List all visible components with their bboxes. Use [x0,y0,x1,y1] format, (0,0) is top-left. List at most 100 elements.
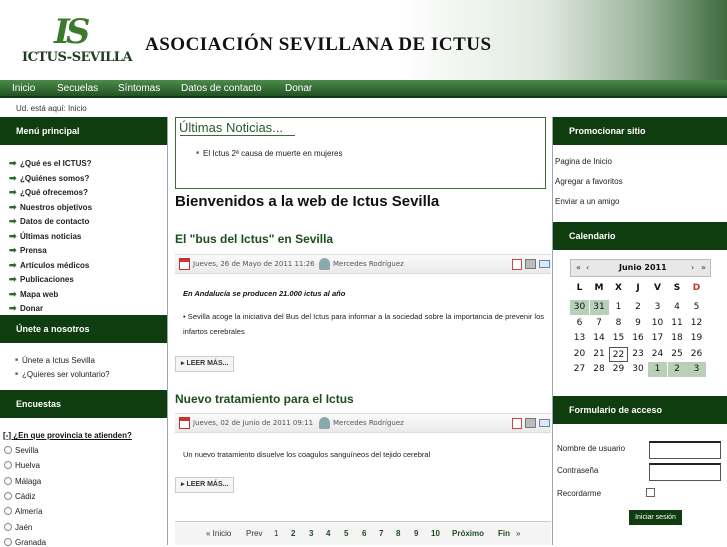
menu-item[interactable]: ➡ Prensa [9,245,47,256]
calendar-day[interactable]: 27 [570,362,589,377]
poll-option[interactable]: Jaén [4,522,32,532]
calendar-day[interactable]: 25 [668,347,687,362]
join-link-member[interactable]: Únete a Ictus Sevilla [15,356,95,365]
calendar-day[interactable]: 29 [609,362,628,377]
pager-page[interactable]: 6 [362,529,366,538]
radio-button[interactable] [4,491,12,500]
pager-page[interactable]: 5 [344,529,348,538]
poll-option[interactable]: Granada [4,537,46,547]
radio-button[interactable] [4,507,12,516]
next-month-icon[interactable]: › [691,263,694,272]
calendar-day[interactable]: 6 [570,316,589,331]
password-field[interactable] [649,463,721,481]
logo-text[interactable]: ICTUS-SEVILLA [22,50,133,65]
menu-item[interactable]: ➡ Nuestros objetivos [9,202,92,213]
radio-button[interactable] [4,446,12,454]
calendar-day[interactable]: 2 [667,362,687,377]
print-icon[interactable] [525,259,536,269]
calendar-day[interactable]: 1 [648,362,667,377]
poll-option[interactable]: Sevilla [4,446,39,455]
promo-favorites-link[interactable]: Agregar a favoritos [555,177,623,186]
menu-item[interactable]: ➡ Datos de contacto [9,216,89,227]
prev-year-icon[interactable]: « [576,263,581,272]
join-link-volunteer[interactable]: ¿Quieres ser voluntario? [15,370,110,379]
pager-page[interactable]: 8 [396,529,400,538]
calendar-day[interactable]: 22 [609,346,628,362]
calendar-day[interactable]: 23 [629,347,648,362]
calendar-day[interactable]: 18 [668,331,687,346]
pdf-icon[interactable] [512,259,522,270]
menu-item[interactable]: ➡ Publicaciones [9,274,74,285]
calendar-day[interactable]: 17 [648,331,667,346]
pager-first[interactable]: « Inicio [206,529,231,538]
calendar-day[interactable]: 13 [570,331,589,346]
calendar-day[interactable]: 8 [609,316,628,331]
next-year-icon[interactable]: » [701,263,706,272]
calendar-day[interactable]: 19 [687,331,706,346]
nav-secuelas[interactable]: Secuelas [57,83,98,94]
logo-mark[interactable]: IS [54,12,91,52]
calendar-day[interactable]: 4 [668,300,687,315]
menu-item[interactable]: ➡ Donar [9,303,43,314]
calendar-day[interactable]: 26 [687,347,706,362]
pager-next[interactable]: Próximo [452,529,484,538]
article-title[interactable]: Nuevo tratamiento para el Ictus [175,392,354,406]
login-button[interactable]: Iniciar sesión [629,510,682,525]
email-icon[interactable] [539,419,550,427]
calendar-day[interactable]: 28 [590,362,609,377]
calendar-day[interactable]: 10 [648,316,667,331]
radio-button[interactable] [4,522,12,531]
pager-end[interactable]: » [516,529,520,538]
news-item-link[interactable]: El Ictus 2ª causa de muerte en mujeres [196,149,342,158]
calendar-day[interactable]: 15 [609,331,628,346]
pager-page[interactable]: 3 [309,529,313,538]
calendar-day[interactable]: 3 [687,362,706,377]
calendar-day[interactable]: 30 [629,362,648,377]
promo-send-friend-link[interactable]: Enviar a un amigo [555,197,619,206]
username-field[interactable] [649,441,721,459]
remember-checkbox[interactable] [646,488,655,497]
nav-sintomas[interactable]: Síntomas [118,83,160,94]
pdf-icon[interactable] [512,418,522,429]
menu-item[interactable]: ➡ Últimas noticias [9,231,81,242]
menu-item[interactable]: ➡ Mapa web [9,289,58,300]
calendar-day[interactable]: 20 [570,347,589,362]
print-icon[interactable] [525,418,536,428]
calendar-day[interactable]: 9 [629,316,648,331]
pager-page[interactable]: 9 [414,529,418,538]
email-icon[interactable] [539,260,550,268]
calendar-day[interactable]: 30 [570,300,589,315]
calendar-day[interactable]: 14 [590,331,609,346]
menu-item[interactable]: ➡ ¿Qué ofrecemos? [9,187,88,198]
promo-homepage-link[interactable]: Pagina de Inicio [555,157,612,166]
pager-page[interactable]: 2 [291,529,295,538]
radio-button[interactable] [4,476,12,485]
pager-page[interactable]: 7 [379,529,383,538]
read-more-button[interactable]: ▸ LEER MÁS... [175,477,235,493]
poll-option[interactable]: Cádiz [4,491,35,501]
pager-page[interactable]: 10 [431,529,440,538]
calendar-day[interactable]: 21 [590,347,609,362]
article-title[interactable]: El "bus del Ictus" en Sevilla [175,232,333,246]
poll-option[interactable]: Málaga [4,476,41,486]
menu-item[interactable]: ➡ Artículos médicos [9,260,89,271]
calendar-day[interactable]: 31 [589,300,609,315]
nav-donar[interactable]: Donar [285,83,312,94]
radio-button[interactable] [4,461,12,470]
nav-datos-contacto[interactable]: Datos de contacto [181,83,262,94]
calendar-day[interactable]: 12 [687,316,706,331]
poll-option[interactable]: Huelva [4,461,40,470]
calendar-day[interactable]: 7 [590,316,609,331]
calendar-day[interactable]: 5 [687,300,706,315]
menu-item[interactable]: ➡ ¿Quiénes somos? [9,173,89,184]
calendar-day[interactable]: 16 [629,331,648,346]
nav-inicio[interactable]: Inicio [12,83,35,94]
read-more-button[interactable]: ▸ LEER MÁS... [175,356,235,372]
pager-last[interactable]: Fin [498,529,510,538]
pager-page[interactable]: 4 [326,529,330,538]
prev-month-icon[interactable]: ‹ [586,263,589,272]
poll-question-toggle[interactable]: [-] [3,431,13,440]
calendar-day[interactable]: 24 [648,347,667,362]
poll-question[interactable]: [-] ¿En que provincia te atienden? [3,431,132,440]
poll-option[interactable]: Almería [4,507,43,516]
